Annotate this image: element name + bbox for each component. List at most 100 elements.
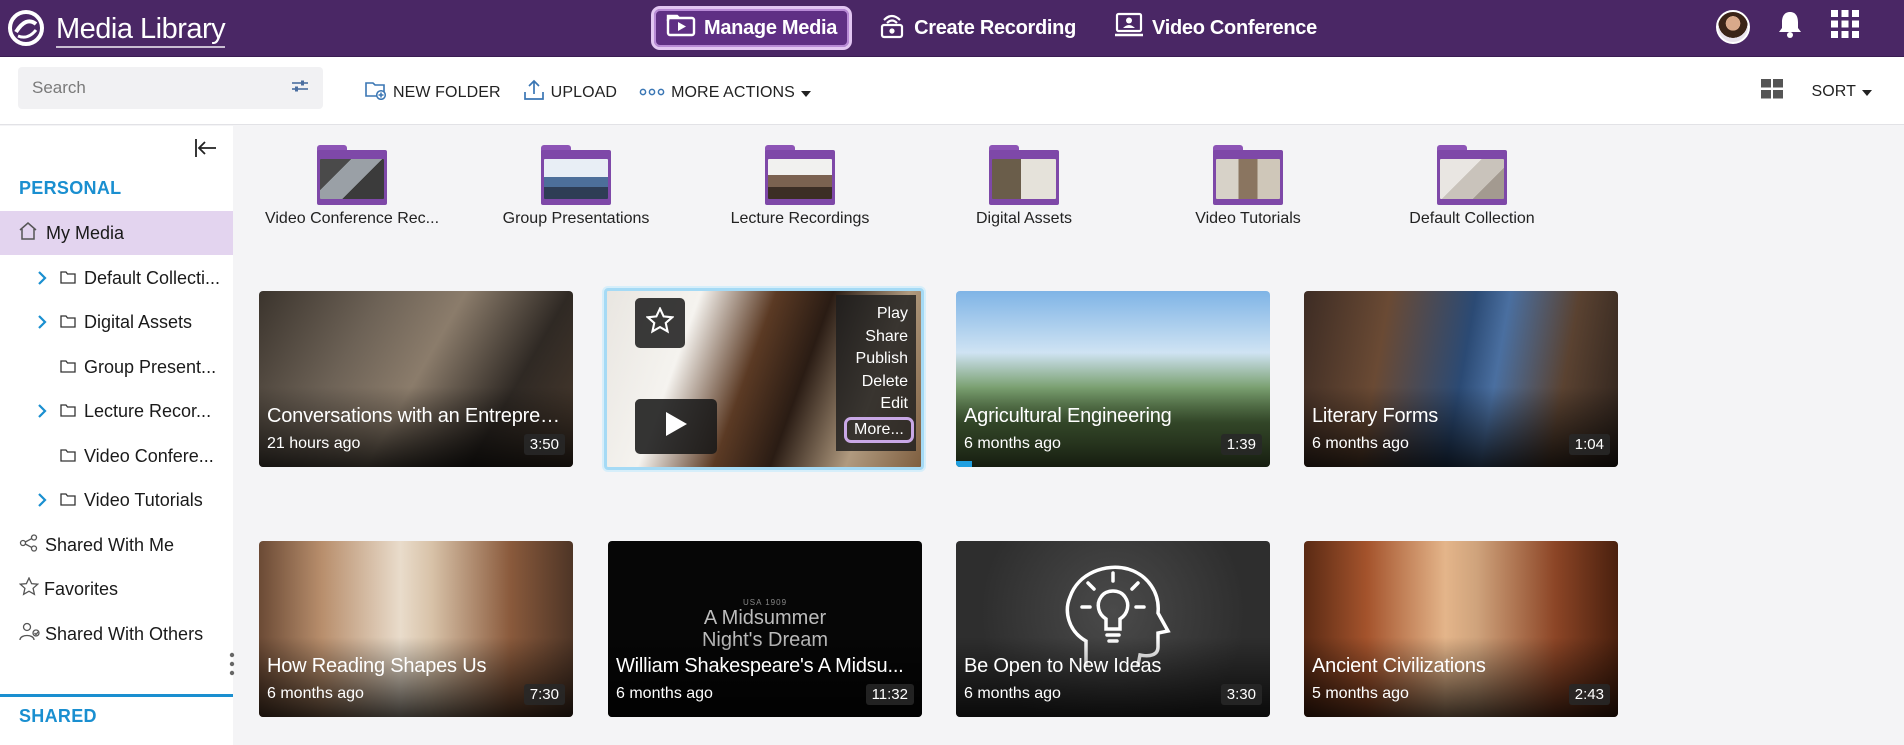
logo-icon (6, 10, 46, 51)
sidebar-item-label: Favorites (44, 578, 119, 599)
nav-video-conference[interactable]: Video Conference (1102, 6, 1329, 50)
sidebar-folder-video-conference[interactable]: Video Confere... (0, 434, 233, 478)
shared-section-title: SHARED (19, 706, 97, 726)
sidebar-folder-group-presentations[interactable]: Group Present... (0, 345, 233, 389)
avatar[interactable] (1716, 9, 1750, 44)
grid-view-icon[interactable] (1761, 79, 1784, 104)
brand[interactable]: Media Library (6, 10, 226, 51)
sidebar-folder-default-collection[interactable]: Default Collecti... (0, 256, 233, 300)
media-card[interactable]: Conversations with an Entrepren... 21 ho… (259, 291, 573, 467)
main-nav: Manage Media Create Recording Video Conf… (651, 5, 1329, 51)
more-actions-label: MORE ACTIONS (671, 83, 795, 101)
menu-item-delete[interactable]: Delete (844, 371, 908, 394)
upload-button[interactable]: UPLOAD (523, 79, 617, 106)
media-card[interactable]: How Reading Shapes Us 6 months ago 7:30 (259, 541, 573, 717)
media-duration: 3:50 (523, 434, 565, 455)
sidebar-item-label: Video Tutorials (84, 489, 203, 510)
media-title: Conversations with an Entrepren... (267, 405, 565, 427)
media-date: 21 hours ago (267, 435, 361, 452)
sidebar-item-label: My Media (46, 222, 125, 243)
folder-thumbnail-icon (1213, 145, 1283, 205)
new-folder-button[interactable]: NEW FOLDER (365, 80, 501, 105)
star-icon (18, 576, 40, 601)
sidebar-folder-lecture-recordings[interactable]: Lecture Recor... (0, 389, 233, 433)
play-icon (663, 410, 689, 443)
toolbar-right: SORT (1761, 79, 1872, 104)
folder-thumbnail-icon (1437, 145, 1507, 205)
sidebar-item-shared-with-me[interactable]: Shared With Me (0, 523, 233, 567)
toolbar: NEW FOLDER UPLOAD MORE ACTIONS SORT (0, 57, 1904, 125)
folder-tile[interactable]: Default Collection (1372, 145, 1572, 228)
nav-manage-media-label: Manage Media (704, 16, 838, 39)
media-card[interactable]: Ancient Civilizations 5 months ago 2:43 (1304, 541, 1618, 717)
play-button[interactable] (635, 399, 717, 454)
sidebar-folder-video-tutorials[interactable]: Video Tutorials (0, 478, 233, 522)
nav-create-recording[interactable]: Create Recording (866, 6, 1088, 50)
nav-manage-media[interactable]: Manage Media (651, 6, 853, 50)
media-title: How Reading Shapes Us (267, 655, 487, 677)
sort-button[interactable]: SORT (1811, 83, 1872, 101)
media-card-hovered[interactable]: Play Share Publish Delete Edit More... (604, 288, 924, 470)
menu-item-edit[interactable]: Edit (844, 393, 908, 416)
collapse-sidebar-icon[interactable] (194, 138, 218, 163)
search-input[interactable] (32, 78, 291, 98)
folder-tile[interactable]: Video Conference Rec... (252, 145, 452, 228)
menu-item-more[interactable]: More... (844, 416, 914, 443)
folder-tile[interactable]: Group Presentations (476, 145, 676, 228)
app-title: Media Library (56, 13, 226, 48)
sidebar-item-label: Video Confere... (84, 445, 214, 466)
apps-grid-icon[interactable] (1830, 9, 1860, 44)
folder-tile[interactable]: Lecture Recordings (700, 145, 900, 228)
menu-item-play[interactable]: Play (844, 303, 908, 326)
folder-icon (60, 357, 76, 378)
media-date: 6 months ago (964, 435, 1061, 452)
media-title: William Shakespeare's A Midsu... (616, 655, 904, 677)
nav-create-recording-label: Create Recording (914, 16, 1077, 39)
chevron-right-icon[interactable] (34, 271, 50, 285)
favorite-star-button[interactable] (635, 298, 685, 348)
chevron-right-icon[interactable] (34, 315, 50, 329)
media-duration: 11:32 (865, 684, 914, 705)
poster-small-text: USA 1909 (742, 598, 788, 607)
folder-thumbnail-icon (317, 145, 387, 205)
folder-thumbnail-icon (541, 145, 611, 205)
sidebar-item-label: Shared With Others (45, 623, 204, 644)
media-date: 6 months ago (267, 685, 364, 702)
chevron-right-icon[interactable] (34, 493, 50, 507)
sidebar-item-my-media[interactable]: My Media (0, 211, 233, 255)
chevron-right-icon[interactable] (34, 404, 50, 418)
folder-label: Group Presentations (502, 210, 650, 227)
filter-sliders-icon[interactable] (291, 78, 309, 99)
share-icon (19, 533, 39, 557)
sort-label: SORT (1811, 82, 1856, 100)
ellipsis-icon (639, 84, 665, 102)
menu-item-share[interactable]: Share (844, 326, 908, 349)
folder-tile[interactable]: Video Tutorials (1148, 145, 1348, 228)
sidebar-item-favorites[interactable]: Favorites (0, 567, 233, 611)
conference-icon (1114, 12, 1144, 44)
top-right-controls (1716, 9, 1860, 44)
media-card[interactable]: Agricultural Engineering 6 months ago 1:… (956, 291, 1270, 467)
media-date: 6 months ago (616, 685, 713, 702)
media-card[interactable]: USA 1909 A Midsummer Night's Dream Willi… (608, 541, 922, 717)
folder-icon (60, 446, 76, 467)
media-date: 5 months ago (1312, 685, 1409, 702)
caret-down-icon (800, 84, 811, 102)
media-card[interactable]: Literary Forms 6 months ago 1:04 (1304, 291, 1618, 467)
media-icon (666, 13, 696, 43)
sidebar-item-shared-with-others[interactable]: Shared With Others (0, 612, 233, 656)
media-title: Be Open to New Ideas (964, 655, 1162, 677)
folder-label: Digital Assets (975, 210, 1073, 227)
folder-thumbnail-icon (989, 145, 1059, 205)
more-actions-button[interactable]: MORE ACTIONS (639, 84, 811, 102)
menu-item-publish[interactable]: Publish (844, 348, 908, 371)
media-card[interactable]: Be Open to New Ideas 6 months ago 3:30 (956, 541, 1270, 717)
sidebar-folder-digital-assets[interactable]: Digital Assets (0, 300, 233, 344)
media-date: 6 months ago (964, 685, 1061, 702)
resize-handle-icon[interactable] (229, 652, 235, 681)
folder-icon (60, 490, 76, 511)
folder-tile[interactable]: Digital Assets (924, 145, 1124, 228)
bell-icon[interactable] (1776, 9, 1804, 44)
media-duration: 2:43 (1568, 684, 1610, 705)
sidebar-item-label: Shared With Me (45, 534, 175, 555)
